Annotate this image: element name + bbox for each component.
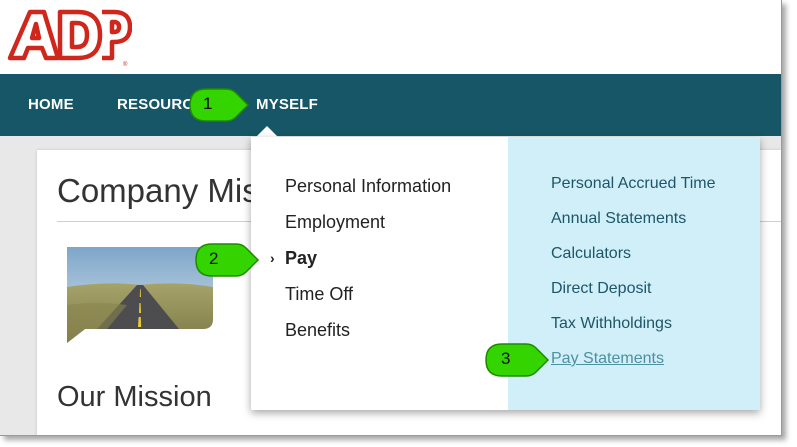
link-calculators[interactable]: Calculators — [551, 245, 631, 263]
step-callout-1: 1 — [186, 85, 252, 130]
link-personal-accrued-time[interactable]: Personal Accrued Time — [551, 175, 716, 193]
app-window: ® HOME RESOURCES MYSELF Company Mission … — [0, 0, 782, 436]
link-tax-withholdings[interactable]: Tax Withholdings — [551, 315, 672, 333]
callout-number: 1 — [203, 94, 213, 113]
menu-item-time-off[interactable]: Time Off — [285, 284, 353, 305]
chevron-right-icon: › — [270, 250, 275, 266]
menu-item-pay[interactable]: Pay — [285, 248, 317, 269]
svg-text:®: ® — [123, 61, 128, 68]
nav-resources[interactable]: RESOURCES — [117, 74, 193, 136]
step-callout-3: 3 — [482, 340, 552, 385]
header: ® — [0, 0, 781, 74]
callout-number: 3 — [501, 349, 511, 368]
callout-number: 2 — [209, 249, 219, 268]
nav-home[interactable]: HOME — [28, 74, 74, 136]
menu-categories: Personal Information Employment › Pay Ti… — [251, 137, 508, 410]
menu-caret — [256, 126, 278, 137]
link-direct-deposit[interactable]: Direct Deposit — [551, 280, 651, 298]
step-callout-2: 2 — [192, 240, 262, 285]
section-title: Our Mission — [57, 381, 212, 413]
link-pay-statements[interactable]: Pay Statements — [551, 350, 664, 368]
menu-item-personal-information[interactable]: Personal Information — [285, 176, 451, 197]
menu-item-benefits[interactable]: Benefits — [285, 320, 350, 341]
menu-item-employment[interactable]: Employment — [285, 212, 385, 233]
callout-arrow-shape — [189, 88, 250, 122]
callout-arrow-shape — [195, 243, 260, 277]
adp-logo[interactable]: ® — [6, 6, 132, 68]
callout-arrow-shape — [485, 343, 550, 377]
link-annual-statements[interactable]: Annual Statements — [551, 210, 686, 228]
main-nav: HOME RESOURCES MYSELF — [0, 74, 781, 136]
